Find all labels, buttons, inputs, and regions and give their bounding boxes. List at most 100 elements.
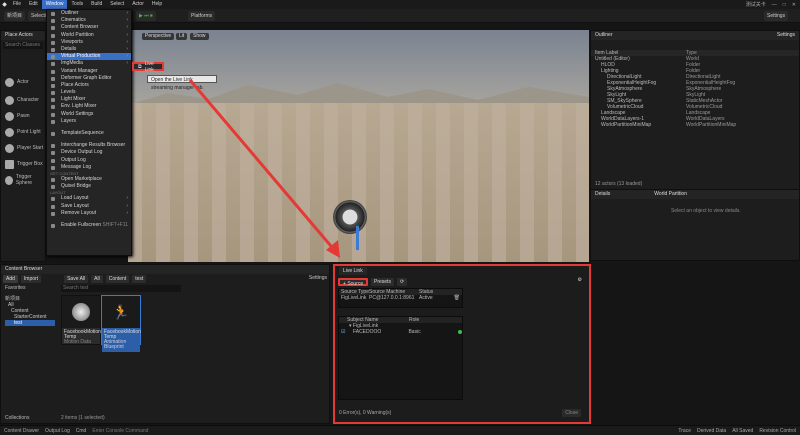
window-menu-item[interactable]: Variant Manager [47,68,131,75]
menu-tools[interactable]: Tools [67,0,87,9]
path-content[interactable]: Content [105,275,130,283]
window-menu-item[interactable]: TemplateSequence [47,130,131,137]
z-axis-icon[interactable] [356,226,359,250]
subject-row[interactable]: ☑ FACEDOOO Basic [339,329,462,335]
cb-settings-button[interactable]: Settings [309,275,327,281]
window-menu-item[interactable]: Viewports › [47,39,131,46]
light-icon [5,127,14,137]
submenu-live-link[interactable]: ⧉ Live Link [132,61,164,73]
output-log-button[interactable]: Output Log [45,428,70,434]
content-browser-header: Content Browser [1,265,329,274]
minimize-button[interactable]: — [772,2,777,8]
outliner-settings[interactable]: Settings [777,31,795,40]
window-menu-item[interactable]: Save Layout › [47,203,131,210]
menu-item-icon [51,211,55,216]
trash-icon[interactable]: 🗑 [454,295,462,301]
menu-item-icon [51,105,55,110]
path-all[interactable]: All [91,275,103,283]
window-menu-item[interactable]: Outliner › [47,10,131,17]
live-link-tab[interactable]: Live Link [339,267,367,275]
menu-item-icon [51,91,55,96]
refresh-icon[interactable]: ⟳ [397,278,408,286]
tree-test[interactable]: test [5,320,55,326]
derived-data-button[interactable]: Derived Data [697,428,726,434]
window-menu-item[interactable]: Env. Light Mixer [47,103,131,110]
unreal-logo-icon[interactable]: ◆ [0,0,9,9]
window-menu-item[interactable]: Device Output Log [47,149,131,156]
outliner-row[interactable]: WorldPartitionMiniMap WorldPartitionMiniM… [591,122,799,128]
window-menu-item[interactable]: World Settings [47,111,131,118]
asset-anim-blueprint[interactable]: 🏃 FacebookMotion Temp Animation Blueprint [101,295,141,352]
console-input[interactable]: Enter Console Command [92,428,148,434]
window-menu-item[interactable]: Light Mixer [47,96,131,103]
window-menu-item[interactable]: Load Layout › [47,195,131,202]
window-menu-item[interactable]: Message Log [47,164,131,171]
window-menu-item[interactable]: Levels [47,89,131,96]
window-menu-item[interactable]: Open Marketplace [47,176,131,183]
save-all-button[interactable]: Save All [64,275,89,283]
add-button[interactable]: Add [3,275,18,283]
project-header[interactable]: 新项目 [5,295,55,302]
asset-motion-data[interactable]: FacebookMotion Temp Motion Data [61,295,101,345]
source-button[interactable]: + Source [338,278,369,287]
place-item-player-start[interactable]: Player Start [5,141,45,155]
collections-header[interactable]: Collections [5,415,29,421]
content-drawer-button[interactable]: Content Drawer [4,428,39,434]
place-item-character[interactable]: Character [5,93,45,107]
menu-item-icon [51,19,55,24]
window-menu-item[interactable]: Enable Fullscreen SHIFT+F11 [47,222,131,229]
close-button[interactable]: ✕ [792,2,796,8]
place-item-actor[interactable]: Actor [5,75,45,89]
details-header: Details World Partition [591,190,799,199]
all-saved-button[interactable]: All Saved [732,428,753,434]
window-menu-item[interactable]: Content Browser › [47,24,131,31]
window-menu-item[interactable]: Details › [47,46,131,53]
level-viewport[interactable]: Perspective Lit Show [128,30,589,262]
platforms-button[interactable]: Platforms [188,11,216,21]
source-row[interactable]: FigLiveLink PC@127.0.0.1:8961 Active 🗑 [339,295,462,301]
menu-item-icon [51,33,55,38]
project-tab[interactable]: 新项目 [4,11,26,21]
viewport-show-button[interactable]: Show [190,33,209,40]
window-menu-item[interactable]: Remove Layout › [47,210,131,217]
path-test[interactable]: test [132,275,147,283]
window-menu-item[interactable]: Output Log [47,157,131,164]
window-menu-item[interactable]: Interchange Results Browser [47,142,131,149]
cmd-dropdown[interactable]: Cmd [76,428,87,434]
menu-file[interactable]: File [9,0,25,9]
window-menu-item[interactable]: ImgMedia › [47,60,131,67]
window-menu-item[interactable]: Place Actors [47,82,131,89]
viewport-perspective-button[interactable]: Perspective [142,33,175,40]
window-menu-item[interactable]: Virtual Production › [47,53,131,61]
menu-item-icon [51,177,55,182]
menu-actor[interactable]: Actor [128,0,148,9]
window-menu-item[interactable]: Cinematics › [47,17,131,24]
gear-icon[interactable]: ⚙ [575,276,585,284]
menu-help[interactable]: Help [148,0,166,9]
menu-window[interactable]: Window [41,0,68,9]
place-item-pawn[interactable]: Pawn [5,109,45,123]
presets-button[interactable]: Presets [371,278,394,286]
menu-edit[interactable]: Edit [25,0,42,9]
place-item-trigger-box[interactable]: Trigger Box [5,157,45,171]
maximize-button[interactable]: □ [783,2,786,8]
play-icon[interactable]: ▶ ⏭ ⏹ [136,11,156,21]
import-button[interactable]: Import [20,275,42,283]
settings-button[interactable]: Settings [764,11,789,21]
place-actors-search[interactable]: Search Classes [3,42,43,49]
close-button[interactable]: Close [562,409,581,417]
window-menu-item[interactable]: World Partition › [47,32,131,39]
place-item-trigger-sphere[interactable]: Trigger Sphere [5,173,45,187]
menu-build[interactable]: Build [87,0,106,9]
window-menu-item[interactable]: Deformer Graph Editor [47,75,131,82]
cb-search[interactable]: Search test [61,285,181,292]
trace-button[interactable]: Trace [678,428,691,434]
player-start-gizmo-icon[interactable] [333,200,367,234]
favorites-header[interactable]: Favorites [5,285,55,291]
window-menu-item[interactable]: Quixel Bridge [47,183,131,190]
place-item-point-light[interactable]: Point Light [5,125,45,139]
menu-select[interactable]: Select [106,0,128,9]
window-menu-item[interactable]: Layers [47,118,131,125]
revision-control-button[interactable]: Revision Control [759,428,800,434]
viewport-lit-button[interactable]: Lit [176,33,188,40]
